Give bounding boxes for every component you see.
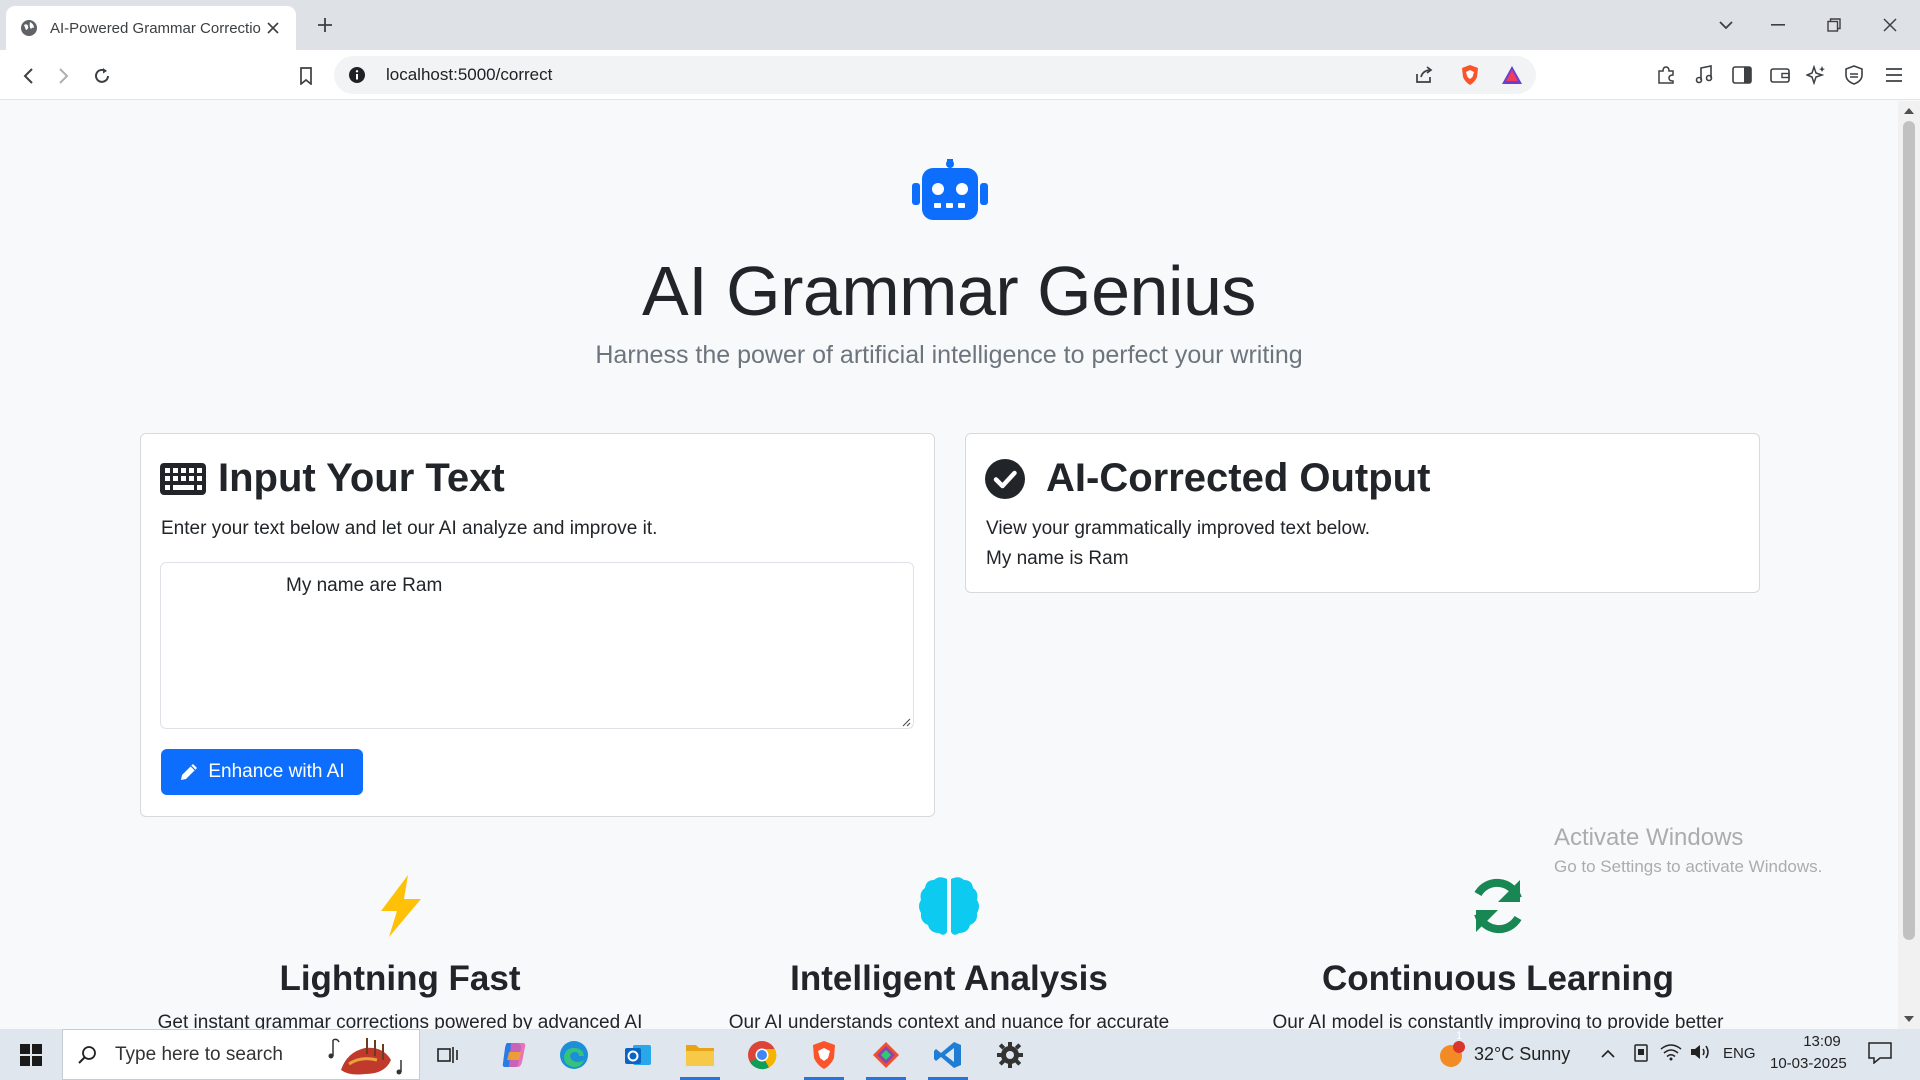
activate-windows-title: Activate Windows xyxy=(1554,824,1744,851)
activate-windows-subtitle: Go to Settings to activate Windows. xyxy=(1554,857,1823,876)
tablet-mode-icon[interactable] xyxy=(1632,1043,1650,1068)
feature-desc-fast: Get instant grammar corrections powered … xyxy=(157,1012,643,1029)
task-view-icon[interactable] xyxy=(420,1029,476,1080)
clock-time[interactable]: 13:09 xyxy=(1790,1033,1854,1050)
wallet-icon[interactable] xyxy=(1766,61,1794,89)
media-music-icon[interactable] xyxy=(1690,61,1718,89)
wifi-icon[interactable] xyxy=(1660,1043,1682,1066)
check-circle-icon xyxy=(985,458,1025,499)
page-title: AI Grammar Genius xyxy=(642,252,1256,330)
sync-icon xyxy=(1467,875,1529,937)
text-input-value: My name are Ram xyxy=(286,575,443,596)
search-highlight-image-icon xyxy=(327,1034,411,1078)
text-input-area[interactable]: My name are Ram xyxy=(160,562,914,729)
weather-text[interactable]: 32°C Sunny xyxy=(1474,1044,1570,1065)
scroll-down-icon[interactable] xyxy=(1903,1013,1915,1025)
tray-overflow-chevron-icon[interactable] xyxy=(1600,1046,1616,1064)
new-tab-button[interactable] xyxy=(312,12,338,38)
output-card: AI-Corrected Output View your grammatica… xyxy=(965,433,1760,593)
tab-search-chevron-icon[interactable] xyxy=(1698,0,1754,50)
restore-button[interactable] xyxy=(1806,0,1862,50)
brave-browser-icon[interactable] xyxy=(796,1029,852,1080)
input-card-heading: Input Your Text xyxy=(218,456,505,500)
feature-title-analysis: Intelligent Analysis xyxy=(790,959,1108,998)
tab-strip: AI-Powered Grammar Correctio xyxy=(0,0,1920,50)
corrected-output-text: My name is Ram xyxy=(986,548,1129,569)
outlook-icon[interactable] xyxy=(610,1029,666,1080)
scroll-up-icon[interactable] xyxy=(1903,105,1915,117)
vscode-icon[interactable] xyxy=(920,1029,976,1080)
windows-taskbar: Type here to search 1 32°C Sunny ENG 13:… xyxy=(0,1029,1920,1080)
globe-icon xyxy=(20,19,38,37)
vpn-shield-icon[interactable] xyxy=(1840,61,1868,89)
web-page: AI Grammar Genius Harness the power of a… xyxy=(0,101,1898,1029)
enhance-button-label: Enhance with AI xyxy=(208,761,345,782)
leo-ai-icon[interactable] xyxy=(1802,61,1830,89)
bookmark-icon[interactable] xyxy=(292,62,320,90)
edge-browser-icon[interactable] xyxy=(546,1029,602,1080)
brave-rewards-icon[interactable] xyxy=(1496,56,1528,94)
output-card-heading: AI-Corrected Output xyxy=(1046,456,1431,500)
settings-gear-icon[interactable] xyxy=(982,1029,1038,1080)
menu-icon[interactable] xyxy=(1880,61,1908,89)
notification-center-icon[interactable] xyxy=(1868,1042,1892,1069)
search-icon xyxy=(77,1045,97,1065)
brain-icon xyxy=(918,875,980,937)
tab-title: AI-Powered Grammar Correctio xyxy=(50,19,261,37)
sidebar-icon[interactable] xyxy=(1728,61,1756,89)
output-card-title: AI-Corrected Output xyxy=(985,456,1430,501)
input-card-title: Input Your Text xyxy=(160,456,505,501)
brave-shields-icon[interactable] xyxy=(1454,56,1486,94)
volume-icon[interactable] xyxy=(1690,1043,1712,1066)
page-scrollbar[interactable] xyxy=(1898,101,1920,1029)
feature-desc-analysis: Our AI understands context and nuance fo… xyxy=(728,1012,1170,1029)
output-card-description: View your grammatically improved text be… xyxy=(986,518,1371,539)
search-placeholder: Type here to search xyxy=(115,1043,283,1065)
robot-icon xyxy=(910,159,990,223)
feature-title-fast: Lightning Fast xyxy=(279,959,521,998)
browser-tab[interactable]: AI-Powered Grammar Correctio xyxy=(6,6,296,50)
weather-sun-icon[interactable] xyxy=(1438,1041,1466,1069)
taskbar-search-box[interactable]: Type here to search xyxy=(62,1029,420,1080)
copilot-icon[interactable] xyxy=(486,1029,542,1080)
file-explorer-icon[interactable] xyxy=(672,1029,728,1080)
scroll-thumb[interactable] xyxy=(1903,121,1915,940)
keyboard-icon xyxy=(160,462,206,495)
weather-badge-count: 1 xyxy=(1455,1030,1463,1042)
lightning-icon xyxy=(369,875,431,937)
site-info-icon[interactable] xyxy=(348,66,366,84)
pencil-icon xyxy=(179,762,199,782)
resize-grip-icon[interactable] xyxy=(899,714,911,727)
url-text: localhost:5000/correct xyxy=(386,65,553,84)
forward-button[interactable] xyxy=(50,62,78,90)
clock-date[interactable]: 10-03-2025 xyxy=(1770,1055,1847,1072)
windows-start-icon[interactable] xyxy=(0,1029,62,1080)
reload-button[interactable] xyxy=(88,62,116,90)
language-indicator[interactable]: ENG xyxy=(1723,1045,1756,1062)
git-app-icon[interactable] xyxy=(858,1029,914,1080)
feature-desc-learning: Our AI model is constantly improving to … xyxy=(1272,1012,1724,1029)
extensions-icon[interactable] xyxy=(1652,61,1680,89)
feature-title-learning: Continuous Learning xyxy=(1322,959,1674,998)
chrome-icon[interactable] xyxy=(734,1029,790,1080)
share-icon[interactable] xyxy=(1408,56,1440,94)
enhance-with-ai-button[interactable]: Enhance with AI xyxy=(161,749,363,795)
minimize-button[interactable] xyxy=(1750,0,1806,50)
page-subtitle: Harness the power of artificial intellig… xyxy=(595,341,1303,369)
close-window-button[interactable] xyxy=(1862,0,1918,50)
close-tab-icon[interactable] xyxy=(262,17,284,39)
address-bar[interactable]: localhost:5000/correct xyxy=(334,56,1536,94)
input-card-description: Enter your text below and let our AI ana… xyxy=(161,518,658,539)
back-button[interactable] xyxy=(14,62,42,90)
